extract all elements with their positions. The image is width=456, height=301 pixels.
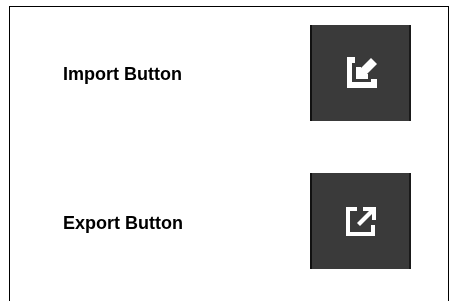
import-button-label: Import Button [63, 64, 182, 84]
import-button[interactable] [310, 25, 411, 121]
export-button[interactable] [310, 173, 411, 269]
export-icon [345, 207, 376, 236]
export-button-label: Export Button [63, 213, 183, 233]
import-icon [346, 57, 377, 88]
